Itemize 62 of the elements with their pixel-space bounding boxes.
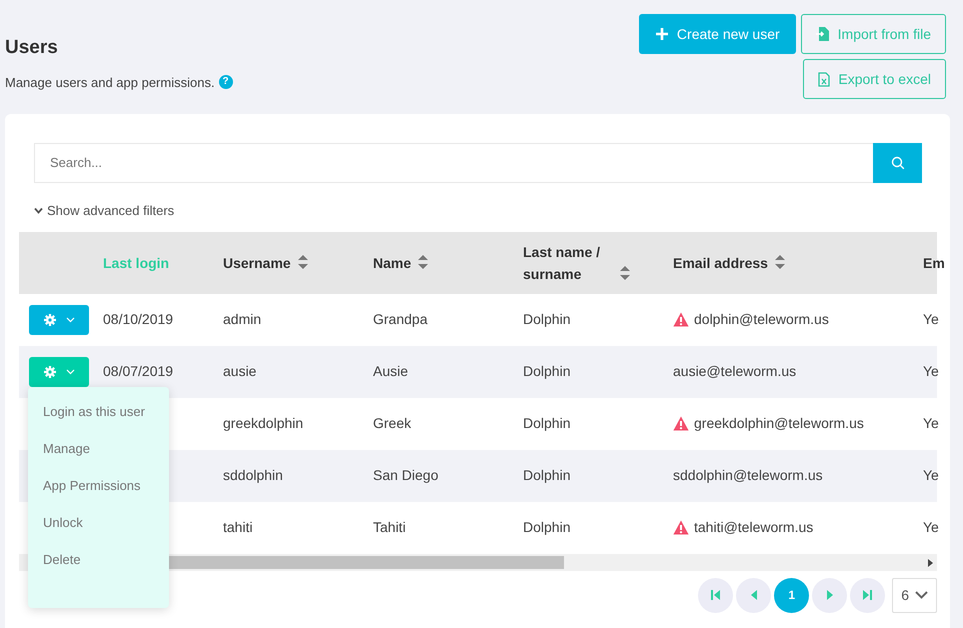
table-cell-text: greekdolphin@teleworm.us bbox=[694, 414, 864, 433]
table-cell-text: 08/10/2019 bbox=[103, 310, 174, 329]
menu-item[interactable]: Delete bbox=[28, 549, 169, 586]
row-actions-button[interactable] bbox=[29, 356, 89, 386]
table-cell-text: sddolphin bbox=[223, 466, 283, 485]
next-icon bbox=[826, 590, 833, 600]
create-user-button[interactable]: Create new user bbox=[638, 14, 796, 54]
table-cell-text: 08/07/2019 bbox=[103, 362, 174, 381]
table-cell-text: Ye bbox=[923, 362, 939, 381]
chevron-down-icon bbox=[915, 591, 928, 599]
table-cell-text: Ye bbox=[923, 414, 939, 433]
table-cell-text: Ye bbox=[923, 466, 939, 485]
spreadsheet-file-icon bbox=[818, 72, 830, 86]
menu-item[interactable]: Manage bbox=[28, 438, 169, 475]
table-cell-text: ausie@teleworm.us bbox=[673, 362, 796, 381]
table-cell-text: Grandpa bbox=[373, 310, 428, 329]
chevron-down-icon bbox=[34, 207, 43, 214]
table-cell-text: sddolphin@teleworm.us bbox=[673, 466, 823, 485]
chevron-down-icon bbox=[66, 368, 74, 374]
table-cell-text: Ye bbox=[923, 518, 939, 537]
table-cell-text: Dolphin bbox=[523, 362, 570, 381]
file-import-icon bbox=[816, 26, 830, 42]
menu-item[interactable]: Login as this user bbox=[28, 401, 169, 438]
help-icon[interactable]: ? bbox=[218, 75, 233, 90]
scroll-right-icon bbox=[928, 558, 933, 566]
table-cell-text: admin bbox=[223, 310, 262, 329]
table-cell-text: Ye bbox=[923, 310, 939, 329]
advanced-filters-toggle[interactable]: Show advanced filters bbox=[34, 201, 174, 220]
column-header[interactable]: Name bbox=[373, 252, 412, 274]
gear-icon bbox=[44, 314, 56, 326]
table-cell-text: tahiti@teleworm.us bbox=[694, 518, 814, 537]
search-icon bbox=[890, 156, 904, 170]
column-header[interactable]: Username bbox=[223, 252, 291, 274]
table-cell-text: ausie bbox=[223, 362, 256, 381]
row-actions-button[interactable] bbox=[29, 304, 89, 334]
table-cell-text: Dolphin bbox=[523, 518, 570, 537]
table-cell-text: Dolphin bbox=[523, 466, 570, 485]
table-cell-text: Dolphin bbox=[523, 310, 570, 329]
page-size-select[interactable]: 6 bbox=[892, 578, 937, 612]
search-field[interactable]: Search... bbox=[34, 143, 873, 183]
last-page-icon bbox=[863, 590, 872, 600]
table-cell-text: Greek bbox=[373, 414, 412, 433]
table-cell-text: Ausie bbox=[373, 362, 408, 381]
page-title: Users bbox=[5, 36, 59, 60]
menu-item[interactable]: Unlock bbox=[28, 512, 169, 549]
column-header[interactable]: Email address bbox=[673, 252, 768, 274]
chevron-down-icon bbox=[66, 316, 74, 322]
previous-icon bbox=[750, 590, 757, 600]
menu-item[interactable]: App Permissions bbox=[28, 475, 169, 512]
page-subtitle: Manage users and app permissions. bbox=[5, 74, 215, 92]
table-cell-text: dolphin@teleworm.us bbox=[694, 310, 829, 329]
column-header[interactable]: Em bbox=[923, 252, 945, 274]
table-cell-text: Dolphin bbox=[523, 414, 570, 433]
table-cell-text: greekdolphin bbox=[223, 414, 304, 433]
table-cell-text: Tahiti bbox=[373, 518, 406, 537]
gear-icon bbox=[44, 366, 56, 378]
table-cell-text: tahiti bbox=[223, 518, 253, 537]
table-cell-text: San Diego bbox=[373, 466, 438, 485]
column-header[interactable]: Last name / surname bbox=[523, 240, 613, 284]
plus-icon bbox=[654, 27, 669, 41]
search-button[interactable] bbox=[873, 143, 922, 183]
first-page-icon bbox=[711, 590, 720, 600]
